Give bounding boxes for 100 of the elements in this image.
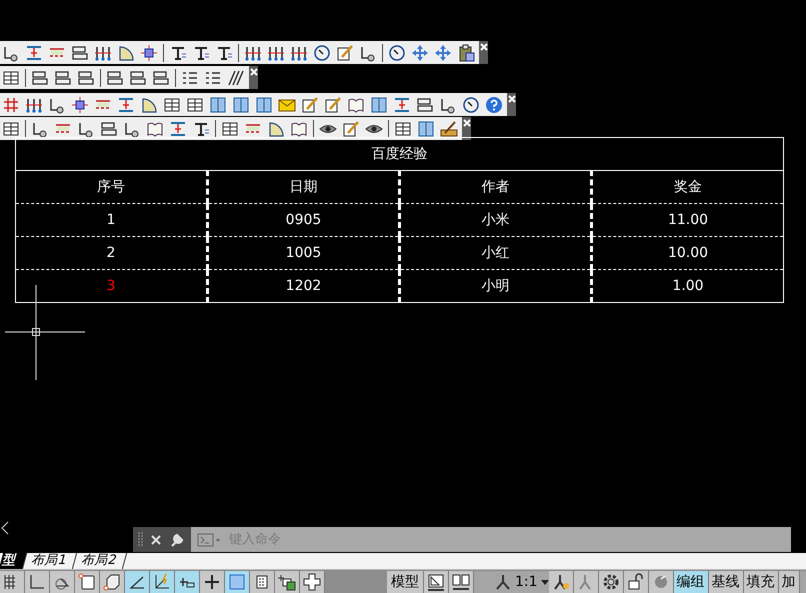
move-icon[interactable]	[411, 44, 429, 62]
ruler-icon[interactable]	[440, 120, 458, 138]
align-icon[interactable]	[416, 96, 434, 114]
table-icon[interactable]	[2, 120, 20, 138]
right-angle-icon	[28, 573, 46, 591]
command-prompt-icon	[197, 532, 221, 548]
align-icon[interactable]	[54, 68, 72, 86]
circle-icon[interactable]	[462, 96, 480, 114]
gear-icon	[602, 573, 620, 591]
status-toggle[interactable]	[100, 571, 125, 593]
panel-icon[interactable]	[417, 120, 435, 138]
crosshair-cursor-icon	[5, 285, 85, 380]
status-toggle[interactable]	[225, 571, 250, 593]
grip-icon[interactable]	[138, 531, 143, 548]
panel-icon[interactable]	[209, 96, 227, 114]
dimension-icon[interactable]	[117, 96, 135, 114]
table-icon[interactable]	[186, 96, 204, 114]
align-icon[interactable]	[152, 68, 170, 86]
point-icon[interactable]	[71, 96, 89, 114]
arc-icon[interactable]	[140, 96, 158, 114]
align-icon[interactable]	[71, 44, 89, 62]
table-cell: 1	[16, 204, 208, 236]
table-cell: 小红	[400, 236, 592, 270]
move-icon[interactable]	[434, 44, 452, 62]
caret-icon[interactable]	[540, 580, 549, 584]
pencil-icon[interactable]	[324, 96, 342, 114]
chevron-left-icon[interactable]	[1, 521, 9, 535]
status-toggle[interactable]	[125, 571, 150, 593]
table-cell: 2	[16, 236, 208, 270]
annotation-visibility-button[interactable]	[548, 571, 574, 593]
dimension-icon[interactable]	[25, 44, 43, 62]
model-button[interactable]: 模型	[387, 571, 424, 593]
table-icon[interactable]	[394, 120, 412, 138]
point-icon[interactable]	[140, 44, 158, 62]
pencil-icon[interactable]	[336, 44, 354, 62]
status-toggle[interactable]	[275, 571, 300, 593]
align-icon[interactable]	[77, 68, 95, 86]
book-icon[interactable]	[347, 96, 365, 114]
table-cell: 11.00	[592, 204, 784, 236]
table-icon[interactable]	[2, 68, 20, 86]
close-icon[interactable]	[150, 534, 162, 546]
workspace-button[interactable]	[598, 571, 624, 593]
layout-tab[interactable]: 布局2	[74, 553, 128, 569]
crosshair-icon	[203, 573, 221, 591]
status-toggle[interactable]	[300, 571, 325, 593]
dimension-icon[interactable]	[169, 120, 187, 138]
status-switch[interactable]: 填充	[744, 571, 779, 593]
pencil-icon[interactable]	[342, 120, 360, 138]
status-switch[interactable]: 基线	[708, 571, 744, 593]
status-toggle[interactable]	[0, 571, 25, 593]
table-icon[interactable]	[163, 96, 181, 114]
lock-button[interactable]	[624, 571, 649, 593]
book-icon[interactable]	[290, 120, 308, 138]
align-icon[interactable]	[100, 120, 118, 138]
status-toggle[interactable]	[75, 571, 100, 593]
circle-icon[interactable]	[388, 44, 406, 62]
annotation-icon[interactable]	[494, 573, 512, 591]
plus-icon	[303, 573, 321, 591]
square-icon	[78, 573, 96, 591]
arc-icon[interactable]	[117, 44, 135, 62]
status-switch[interactable]: 加	[778, 571, 800, 593]
layout-view-button[interactable]	[424, 571, 449, 593]
status-toggle[interactable]	[150, 571, 175, 593]
status-toggle[interactable]	[175, 571, 200, 593]
layout-tab[interactable]: 布局1	[24, 553, 78, 569]
table-cell: 10.00	[592, 236, 784, 270]
align-icon[interactable]	[31, 68, 49, 86]
column-header: 序号	[16, 170, 208, 204]
align-icon[interactable]	[129, 68, 147, 86]
arc-icon[interactable]	[267, 120, 285, 138]
grid-icon[interactable]	[2, 96, 20, 114]
align-icon[interactable]	[106, 68, 124, 86]
table-icon[interactable]	[221, 120, 239, 138]
layout-tab[interactable]: 型	[0, 553, 28, 569]
command-line-handle[interactable]	[133, 527, 191, 552]
status-toggle[interactable]	[200, 571, 225, 593]
table-cell: 3	[16, 270, 208, 302]
clipboard-icon[interactable]	[457, 44, 475, 62]
status-toggle[interactable]	[25, 571, 50, 593]
cube-icon	[103, 573, 121, 591]
annotation-sun-icon	[552, 573, 570, 591]
dimension-icon[interactable]	[393, 96, 411, 114]
book-icon[interactable]	[146, 120, 164, 138]
help-icon[interactable]	[485, 96, 503, 114]
circle-icon[interactable]	[313, 44, 331, 62]
status-toggle[interactable]	[250, 571, 275, 593]
triangle-drawing-icon	[427, 573, 445, 591]
axes-icon	[153, 573, 171, 591]
table-cell: 0905	[208, 204, 400, 236]
scale-dropdown[interactable]: 1:1	[512, 571, 541, 593]
panel-icon[interactable]	[370, 96, 388, 114]
hatch-icon[interactable]	[227, 68, 245, 86]
viewports-button[interactable]	[449, 571, 474, 593]
status-toggle[interactable]	[50, 571, 75, 593]
two-windows-icon	[452, 573, 470, 591]
pencil-icon[interactable]	[301, 96, 319, 114]
panel-icon[interactable]	[255, 96, 273, 114]
status-switch[interactable]: 编组	[674, 571, 709, 593]
table-cell: 1202	[208, 270, 400, 302]
panel-icon[interactable]	[232, 96, 250, 114]
